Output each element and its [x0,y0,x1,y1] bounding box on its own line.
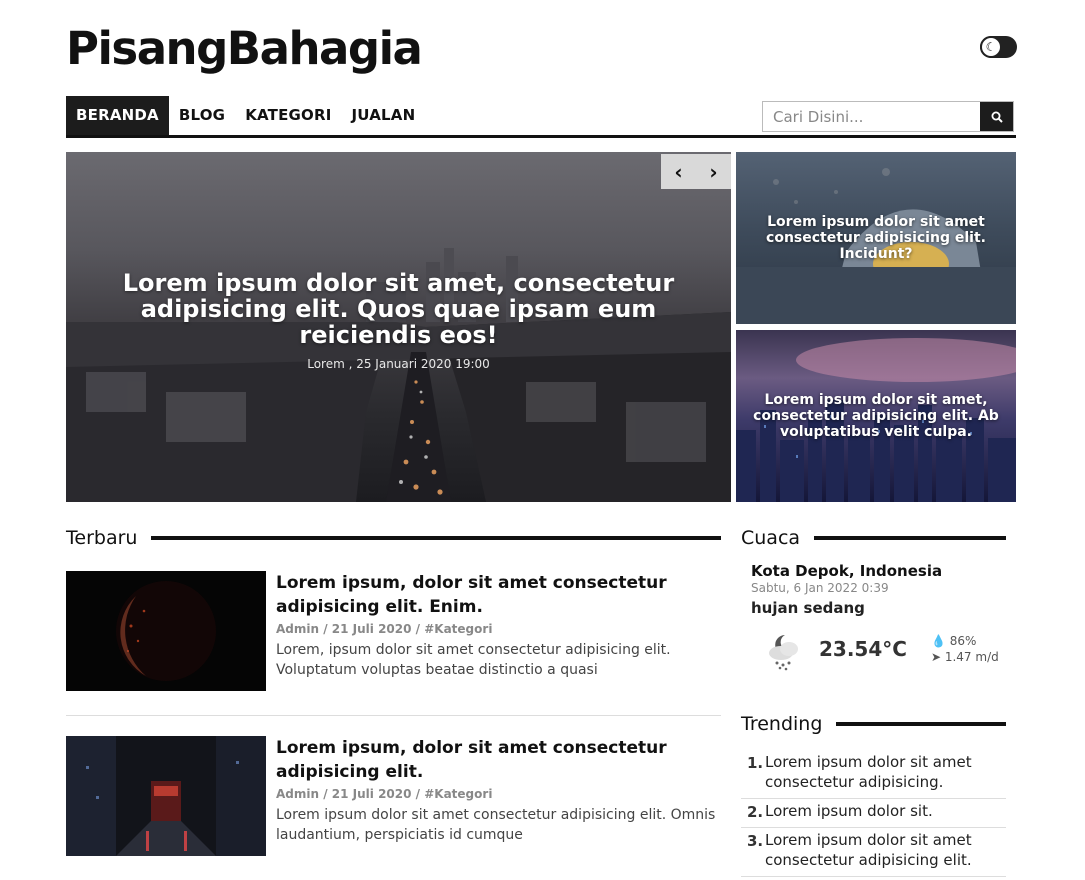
post-category[interactable]: #Kategori [424,622,492,636]
featured-card[interactable]: Lorem ipsum dolor sit amet, consectetur … [736,330,1016,502]
search-input[interactable] [763,102,980,131]
trending-rank: 3. [747,832,764,850]
post-meta: Admin / 21 Juli 2020 / #Kategori [276,622,493,636]
weather-date: Sabtu, 6 Jan 2022 0:39 [751,581,889,595]
post-card: Lorem ipsum, dolor sit amet consectetur … [66,736,721,856]
section-divider [836,722,1006,726]
rain-cloud-moon-icon [769,635,798,671]
post-excerpt: Lorem, ipsum dolor sit amet consectetur … [276,642,671,678]
hero-meta: Lorem , 25 Januari 2020 19:00 [307,357,490,371]
trending-title: Lorem ipsum dolor sit amet consectetur a… [765,831,972,869]
nav-item-kategori[interactable]: KATEGORI [235,96,341,135]
post-title[interactable]: Lorem ipsum, dolor sit amet consectetur … [276,571,716,619]
trending-rank: 1. [747,754,764,772]
nav-item-blog[interactable]: BLOG [169,96,235,135]
street-night-image [66,736,266,856]
weather-humidity: 86% [949,634,977,648]
weather-stats: 💧 86% ➤ 1.47 m/d [931,633,999,665]
weather-condition: hujan sedang [751,599,865,617]
weather-section-header: Cuaca [741,527,1006,549]
trending-item[interactable]: 1. Lorem ipsum dolor sit amet consectetur… [741,750,1006,799]
post-divider [66,715,721,716]
section-divider [814,536,1006,540]
trending-rank: 2. [747,803,764,821]
hero-slider[interactable]: ‹ › Lorem ipsum dolor sit amet, consecte… [66,152,731,502]
nav-item-jualan[interactable]: JUALAN [342,96,426,135]
trending-list: 1. Lorem ipsum dolor sit amet consectetur… [741,750,1006,877]
search-icon [991,111,1003,123]
trending-section-header: Trending [741,713,1006,735]
post-category[interactable]: #Kategori [424,787,492,801]
trending-title: Lorem ipsum dolor sit amet consectetur a… [765,753,972,791]
post-date: 21 Juli 2020 [331,622,412,636]
nav-item-beranda[interactable]: BERANDA [66,96,169,135]
weather-widget: Kota Depok, Indonesia Sabtu, 6 Jan 2022 … [751,562,1006,671]
site-logo[interactable]: PisangBahagia [66,22,423,75]
section-title: Terbaru [66,527,138,549]
trending-title: Lorem ipsum dolor sit. [765,802,933,820]
chevron-right-icon[interactable]: › [696,154,731,189]
post-excerpt: Lorem ipsum dolor sit amet consectetur a… [276,807,716,843]
slider-controls: ‹ › [661,154,731,189]
post-thumbnail[interactable] [66,736,266,856]
post-thumbnail[interactable] [66,571,266,691]
trending-item[interactable]: 3. Lorem ipsum dolor sit amet consectetur… [741,828,1006,877]
weather-wind: 1.47 m/d [944,650,999,664]
featured-card[interactable]: Lorem ipsum dolor sit amet consectetur a… [736,152,1016,324]
featured-card-title: Lorem ipsum dolor sit amet consectetur a… [766,214,986,262]
search-button[interactable] [980,102,1013,131]
dark-mode-toggle[interactable]: ☾ [980,36,1017,58]
weather-temperature: 23.54°C [819,637,907,661]
post-date: 21 Juli 2020 [331,787,412,801]
droplet-icon: 💧 [930,634,946,648]
search-form [762,101,1014,132]
post-author[interactable]: Admin [276,622,319,636]
post-card: Lorem ipsum, dolor sit amet consectetur … [66,571,721,691]
section-title: Trending [741,713,823,735]
trending-item[interactable]: 2. Lorem ipsum dolor sit. [741,799,1006,828]
hero-caption: Lorem ipsum dolor sit amet, consectetur … [66,270,731,371]
hero-title[interactable]: Lorem ipsum dolor sit amet, consectetur … [116,270,681,348]
section-title: Cuaca [741,527,801,549]
planet-image [116,581,216,681]
main-nav: BERANDA BLOG KATEGORI JUALAN [66,96,1016,138]
chevron-left-icon[interactable]: ‹ [661,154,696,189]
moon-icon: ☾ [980,36,1002,58]
latest-section-header: Terbaru [66,527,721,549]
post-author[interactable]: Admin [276,787,319,801]
section-divider [151,536,721,540]
weather-city: Kota Depok, Indonesia [751,562,943,580]
wind-direction-icon: ➤ [930,650,942,664]
post-meta: Admin / 21 Juli 2020 / #Kategori [276,787,493,801]
post-title[interactable]: Lorem ipsum, dolor sit amet consectetur … [276,736,716,784]
featured-card-title: Lorem ipsum dolor sit amet, consectetur … [753,392,999,440]
